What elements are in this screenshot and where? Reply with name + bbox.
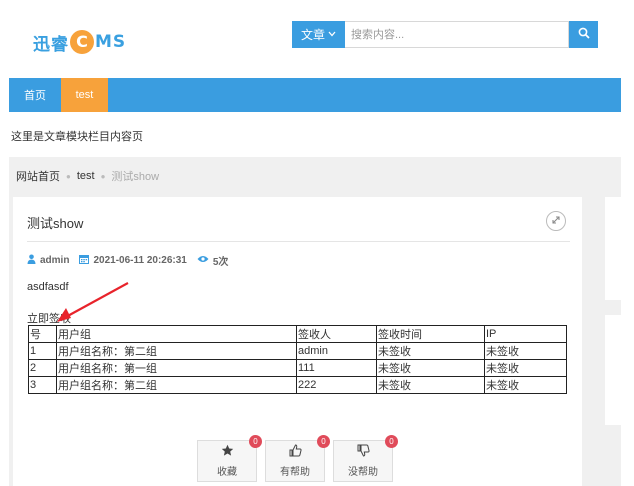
breadcrumb-category[interactable]: test (77, 170, 95, 182)
table-cell: 111 (296, 359, 377, 377)
user-icon (27, 254, 40, 267)
table-header-cell: 用户组 (56, 325, 297, 343)
breadcrumb-separator-icon: ● (100, 171, 106, 181)
unhelpful-count-badge: 0 (385, 435, 398, 448)
author-name[interactable]: admin (40, 255, 69, 266)
table-cell: 用户组名称：第二组 (56, 376, 297, 394)
eye-icon (197, 255, 213, 266)
helpful-count-badge: 0 (317, 435, 330, 448)
card-divider (27, 241, 570, 242)
unhelpful-label: 没帮助 (348, 467, 378, 478)
table-header-cell: IP (484, 325, 567, 343)
article-meta: admin 2021-06-11 20:26:31 5次 (27, 253, 238, 268)
table-cell: 未签收 (484, 376, 567, 394)
table-cell: 未签收 (376, 376, 485, 394)
meta-author: admin (27, 254, 69, 267)
meta-views: 5次 (197, 253, 229, 268)
action-buttons: 收藏 0 有帮助 0 没帮助 0 (197, 435, 398, 482)
side-card (605, 197, 621, 300)
table-header-row: 号 用户组 签收人 签收时间 IP (28, 325, 567, 343)
table-header-cell: 号 (28, 325, 57, 343)
signin-link[interactable]: 立即签收 (27, 310, 71, 326)
sign-table: 号 用户组 签收人 签收时间 IP 1 用户组名称：第二组 admin 未签收 … (28, 325, 567, 394)
search-type-label: 文章 (300, 28, 325, 42)
page-description: 这里是文章模块栏目内容页 (11, 131, 143, 143)
expand-icon (551, 214, 561, 228)
nav-item-test[interactable]: test (61, 78, 108, 112)
table-row: 2 用户组名称：第一组 111 未签收 未签收 (28, 359, 567, 377)
search-button[interactable] (569, 21, 598, 48)
unhelpful-button[interactable]: 没帮助 0 (333, 435, 398, 482)
article-body: asdfasdf (27, 281, 69, 293)
helpful-button[interactable]: 有帮助 0 (265, 435, 330, 482)
table-cell: 未签收 (376, 359, 485, 377)
table-cell: 用户组名称：第二组 (56, 342, 297, 360)
breadcrumb-home[interactable]: 网站首页 (16, 168, 60, 184)
table-cell: 3 (28, 376, 57, 394)
logo-circle: C (70, 30, 94, 54)
breadcrumb-current: 测试show (111, 171, 160, 183)
calendar-icon (79, 254, 93, 267)
table-cell: admin (296, 342, 377, 360)
expand-button[interactable] (546, 211, 566, 231)
favorite-label: 收藏 (217, 467, 237, 478)
table-header-cell: 签收时间 (376, 325, 485, 343)
thumbs-down-icon (357, 444, 370, 460)
table-row: 1 用户组名称：第二组 admin 未签收 未签收 (28, 342, 567, 360)
search-type-select[interactable]: 文章 (292, 21, 345, 48)
article-title: 测试show (27, 216, 84, 231)
chevron-down-icon (328, 30, 336, 39)
table-cell: 2 (28, 359, 57, 377)
side-card (605, 315, 621, 425)
breadcrumb: 网站首页 ● test ● 测试show (9, 157, 621, 195)
table-cell: 未签收 (484, 342, 567, 360)
table-cell: 222 (296, 376, 377, 394)
site-logo[interactable]: 迅睿 C MS (33, 30, 127, 55)
table-cell: 1 (28, 342, 57, 360)
breadcrumb-separator-icon: ● (66, 171, 71, 181)
table-cell: 未签收 (484, 359, 567, 377)
table-cell: 用户组名称：第一组 (56, 359, 297, 377)
publish-date: 2021-06-11 20:26:31 (93, 255, 187, 266)
search-box: 文章 (292, 21, 598, 48)
search-icon (578, 27, 590, 42)
main-nav: 首页 test (9, 78, 621, 112)
search-input[interactable] (345, 21, 569, 48)
star-icon (221, 444, 234, 460)
logo-prefix: 迅睿 (33, 34, 69, 55)
logo-suffix: MS (95, 32, 127, 52)
site-header: 迅睿 C MS 文章 (0, 0, 634, 78)
table-row: 3 用户组名称：第二组 222 未签收 未签收 (28, 376, 567, 394)
nav-item-home[interactable]: 首页 (9, 78, 61, 112)
view-count: 5次 (212, 257, 229, 268)
helpful-label: 有帮助 (280, 467, 310, 478)
favorite-count-badge: 0 (249, 435, 262, 448)
favorite-button[interactable]: 收藏 0 (197, 435, 262, 482)
thumbs-up-icon (289, 444, 302, 460)
table-cell: 未签收 (376, 342, 485, 360)
meta-date: 2021-06-11 20:26:31 (79, 254, 187, 267)
table-header-cell: 签收人 (296, 325, 377, 343)
